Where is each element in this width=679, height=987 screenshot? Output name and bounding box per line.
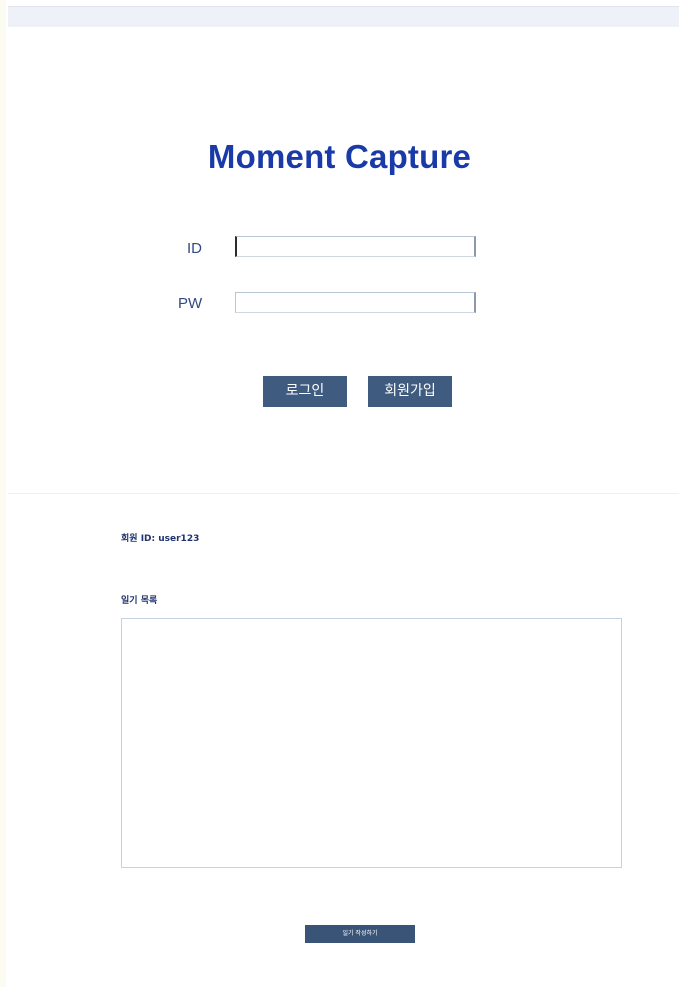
id-input[interactable] bbox=[235, 236, 476, 257]
page-title: Moment Capture bbox=[207, 138, 472, 175]
member-id-text: 회원 ID: user123 bbox=[121, 534, 200, 544]
pw-label: PW bbox=[178, 295, 203, 312]
write-diary-button[interactable]: 일기 작성하기 bbox=[305, 925, 415, 943]
diary-list-box[interactable] bbox=[121, 618, 622, 868]
signup-button[interactable]: 회원가입 bbox=[368, 376, 452, 407]
diary-list-heading: 일기 목록 bbox=[121, 596, 158, 606]
login-button[interactable]: 로그인 bbox=[263, 376, 347, 407]
top-bar bbox=[8, 6, 679, 27]
id-label: ID bbox=[187, 240, 202, 257]
section-divider bbox=[8, 493, 679, 494]
pw-input[interactable] bbox=[235, 292, 476, 313]
